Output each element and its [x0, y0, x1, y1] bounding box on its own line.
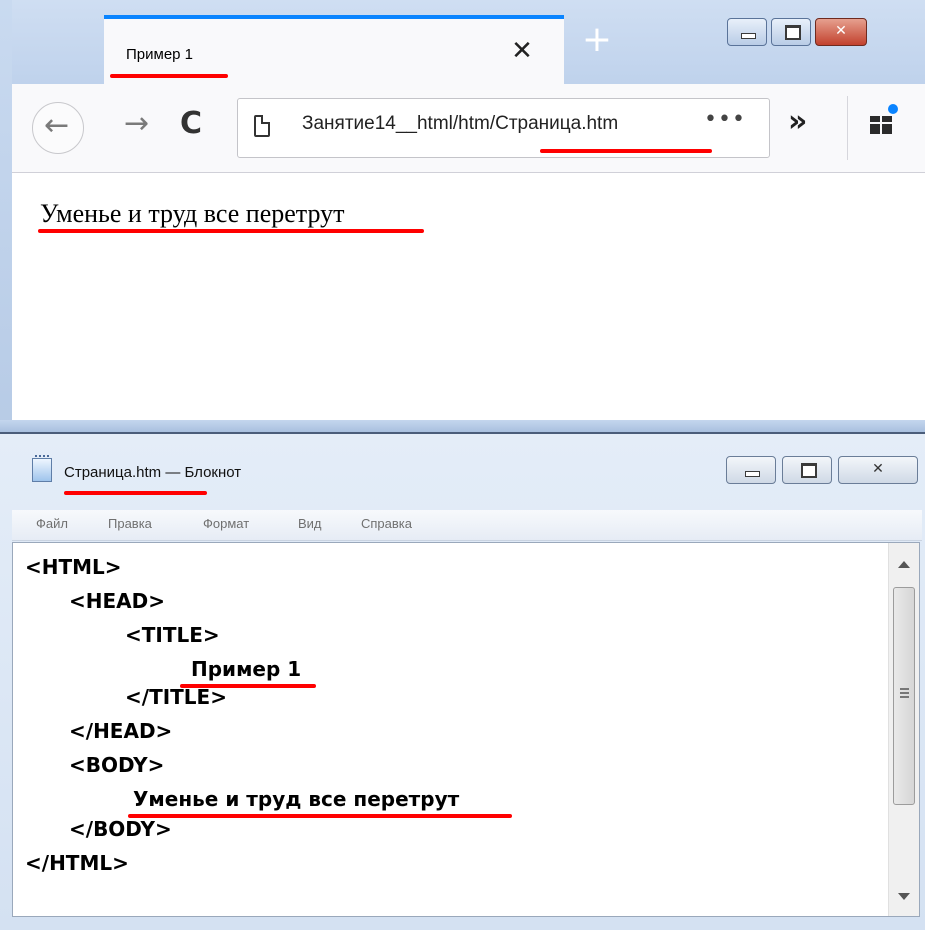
code-line: Уменье и труд все перетрут: [133, 787, 460, 811]
gift-ribbon-h: [870, 122, 892, 124]
highlight-underline: [110, 74, 228, 78]
close-window-button[interactable]: ✕: [815, 18, 867, 46]
scroll-up-arrow-icon[interactable]: [898, 561, 910, 568]
minimize-button[interactable]: [727, 18, 767, 46]
page-body-text: Уменье и труд все перетрут: [40, 199, 345, 228]
tab-strip: Пример 1 ✕ + ✕: [12, 0, 925, 84]
highlight-underline: [64, 491, 207, 495]
highlight-underline: [38, 229, 424, 233]
maximize-icon: [785, 25, 801, 40]
menu-bar: Файл Правка Формат Вид Справка: [12, 510, 922, 541]
highlight-underline: [128, 814, 512, 818]
minimize-icon: [741, 33, 756, 39]
notification-dot: [888, 104, 898, 114]
url-text: Занятие14__html/htm/Страница.htm: [302, 113, 619, 134]
window-title: Страница.htm — Блокнот: [64, 464, 242, 481]
arrow-left-icon: ←: [44, 108, 70, 143]
maximize-button[interactable]: [782, 456, 832, 484]
close-icon[interactable]: ✕: [508, 37, 536, 65]
back-button[interactable]: ←: [32, 102, 84, 154]
code-line: <BODY>: [69, 753, 165, 777]
page-icon: [254, 115, 270, 137]
notepad-icon: [32, 455, 52, 482]
text-editor[interactable]: <HTML> <HEAD> <TITLE> Пример 1 </TITLE> …: [12, 542, 920, 917]
window-bottom-frame: [0, 420, 925, 434]
code-line: </BODY>: [69, 817, 172, 841]
menu-file[interactable]: Файл: [36, 516, 68, 531]
close-window-button[interactable]: ✕: [838, 456, 918, 484]
grip-icon: [900, 688, 909, 698]
navigation-toolbar: ← → C Занятие14__html/htm/Страница.htm •…: [12, 84, 925, 173]
scrollbar-thumb[interactable]: [893, 587, 915, 805]
gift-ribbon-v: [880, 116, 882, 134]
code-line: </TITLE>: [125, 685, 227, 709]
forward-button[interactable]: →: [124, 106, 149, 141]
code-line: </HEAD>: [69, 719, 173, 743]
minimize-icon: [745, 471, 760, 477]
reload-button[interactable]: C: [180, 106, 202, 141]
scroll-down-arrow-icon[interactable]: [898, 893, 910, 900]
close-icon: ✕: [872, 461, 884, 477]
toolbar-divider: [847, 96, 848, 160]
code-line: <HTML>: [25, 555, 122, 579]
highlight-underline: [180, 684, 316, 688]
toolbar-overflow-button[interactable]: »: [788, 104, 807, 139]
tab-title: Пример 1: [126, 46, 194, 63]
code-line: <TITLE>: [125, 623, 220, 647]
page-actions-button[interactable]: •••: [704, 107, 746, 132]
code-line: </HTML>: [25, 851, 129, 875]
page-content: Уменье и труд все перетрут: [12, 173, 925, 421]
highlight-underline: [540, 149, 712, 153]
new-tab-button[interactable]: +: [577, 20, 617, 60]
gift-icon[interactable]: [870, 104, 898, 134]
code-line: <HEAD>: [69, 589, 165, 613]
menu-edit[interactable]: Правка: [108, 516, 152, 531]
close-icon: ✕: [835, 23, 847, 39]
browser-window: Пример 1 ✕ + ✕ ← → C Занятие14__html/htm…: [0, 0, 925, 434]
code-line: Пример 1: [191, 657, 302, 681]
minimize-button[interactable]: [726, 456, 776, 484]
notepad-window: Страница.htm — Блокнот ✕ Файл Правка Фор…: [0, 434, 925, 930]
menu-format[interactable]: Формат: [203, 516, 249, 531]
menu-view[interactable]: Вид: [298, 516, 322, 531]
maximize-button[interactable]: [771, 18, 811, 46]
menu-help[interactable]: Справка: [361, 516, 412, 531]
maximize-icon: [801, 463, 817, 478]
vertical-scrollbar[interactable]: [888, 543, 919, 916]
